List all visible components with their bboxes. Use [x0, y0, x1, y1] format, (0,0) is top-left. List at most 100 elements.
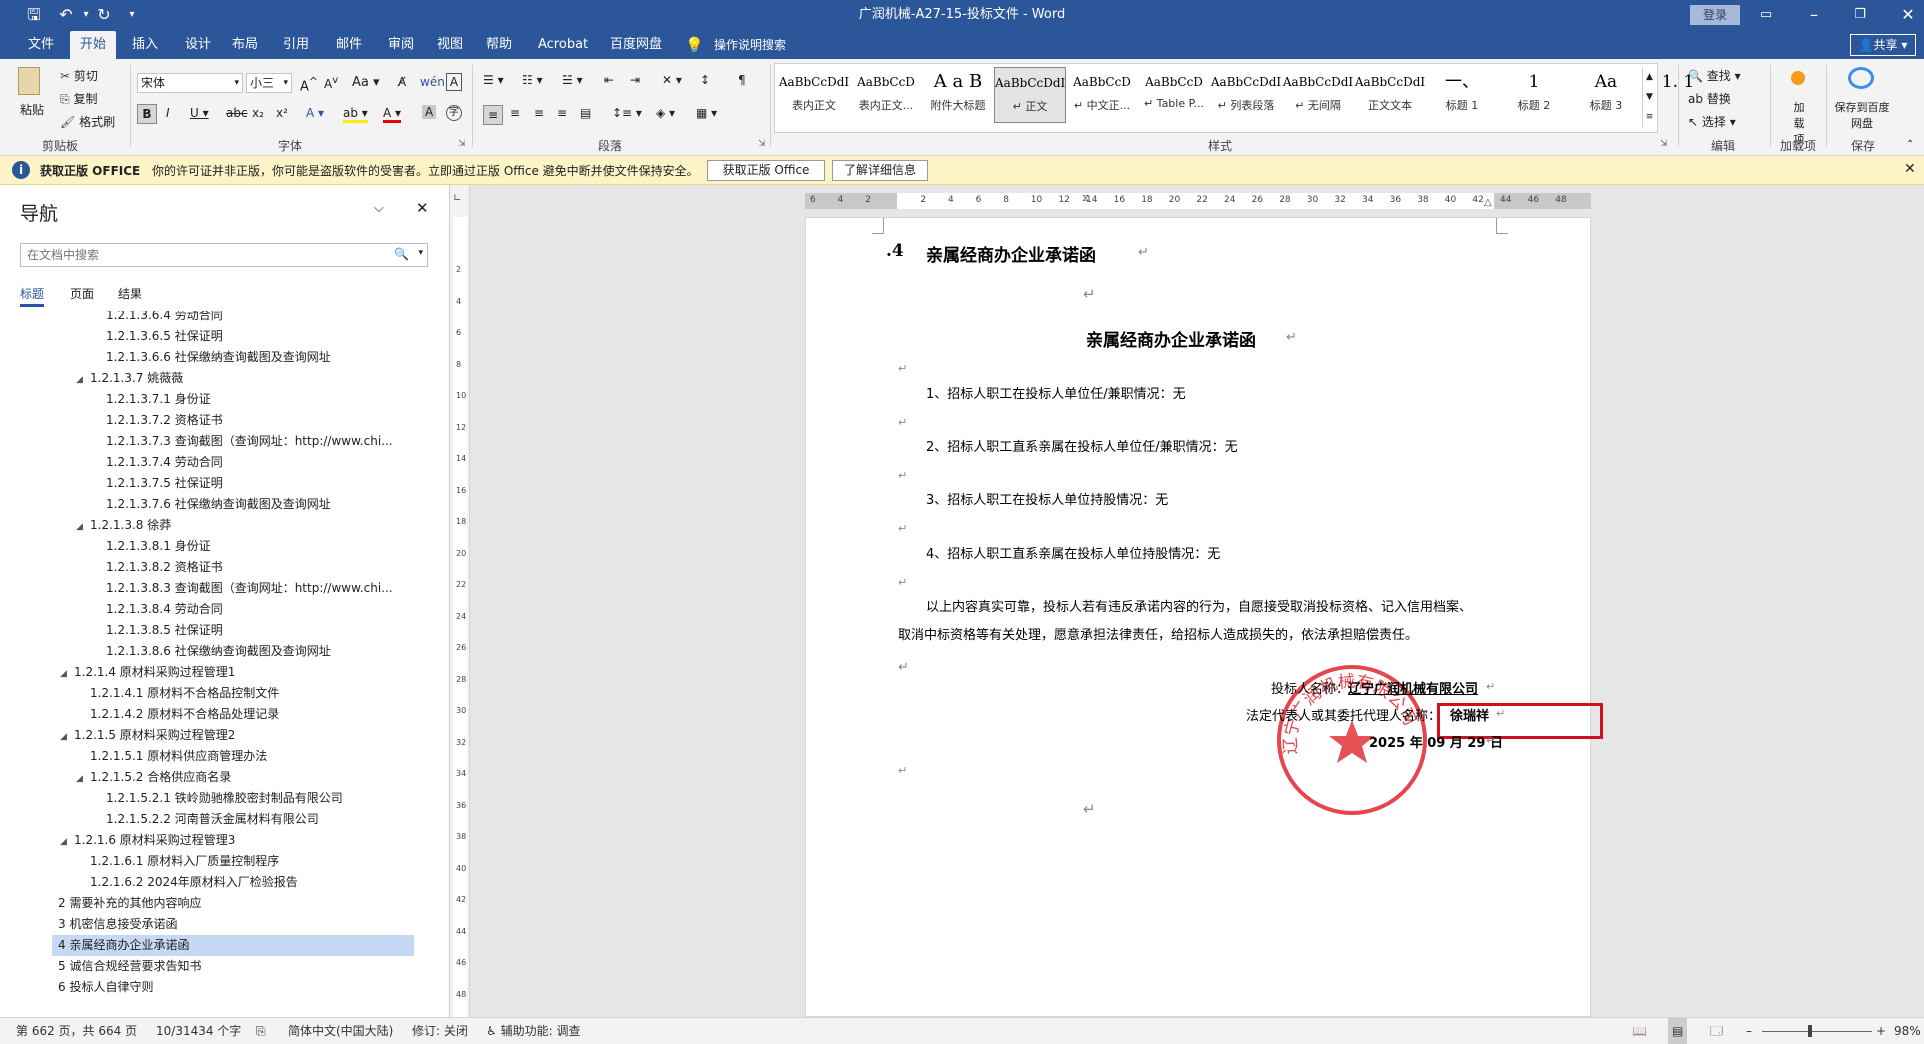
text-effects-icon[interactable]: A ▾	[306, 106, 324, 120]
collapse-triangle-icon[interactable]: ◢	[76, 517, 90, 538]
borders-icon[interactable]: ▦ ▾	[696, 106, 717, 120]
sort-icon[interactable]: ↕	[700, 73, 710, 87]
close-window-icon[interactable]: ✕	[1894, 0, 1922, 31]
decrease-indent-icon[interactable]: ⇤	[604, 73, 614, 87]
nav-heading-item[interactable]: 1.2.1.3.7.3 查询截图（查询网址：http://www.chi...	[106, 431, 393, 452]
multilevel-list-icon[interactable]: ☱ ▾	[562, 73, 583, 87]
tab-item-11[interactable]: 百度网盘	[600, 31, 672, 59]
style-item[interactable]: 1. 1	[1642, 67, 1714, 123]
style-item[interactable]: AaBbCcD ↵ 中文正...	[1066, 67, 1138, 123]
phonetic-guide-icon[interactable]: wén	[420, 75, 445, 89]
style-item[interactable]: AaBbCcD ↵ Table P...	[1138, 67, 1210, 123]
nav-heading-item[interactable]: 1.2.1.4.1 原材料不合格品控制文件	[90, 683, 279, 704]
paste-button[interactable]: 粘贴	[20, 101, 44, 118]
increase-indent-icon[interactable]: ⇥	[630, 73, 640, 87]
tab-selector[interactable]: ∟	[453, 193, 461, 204]
font-name-select[interactable]: 宋体 ▾	[137, 73, 243, 93]
nav-search-box[interactable]: 🔍 ▾	[20, 243, 428, 267]
style-item[interactable]: 一、 标题 1	[1426, 67, 1498, 123]
chinese-layout-icon[interactable]: ✕ ▾	[662, 73, 682, 87]
nav-heading-item[interactable]: ◢ 1.2.1.6 原材料采购过程管理3	[60, 830, 235, 851]
style-item[interactable]: AaBbCcDdI 表内正文	[778, 67, 850, 123]
nav-heading-item[interactable]: 1.2.1.6.1 原材料入厂质量控制程序	[90, 851, 279, 872]
enclose-character-icon[interactable]: 字	[446, 105, 462, 121]
numbering-icon[interactable]: ☷ ▾	[522, 73, 543, 87]
align-center-icon[interactable]: ≡	[510, 106, 520, 120]
style-item[interactable]: AaBbCcDdI ↵ 无间隔	[1282, 67, 1354, 123]
nav-heading-item[interactable]: 1.2.1.3.8.5 社保证明	[106, 620, 223, 641]
nav-heading-item[interactable]: 1.2.1.6.2 2024年原材料入厂检验报告	[90, 872, 298, 893]
nav-heading-item[interactable]: 1.2.1.3.7.6 社保缴纳查询截图及查询网址	[106, 494, 331, 515]
chevron-down-icon[interactable]: ⌵	[374, 201, 384, 216]
restore-icon[interactable]: ❐	[1846, 0, 1874, 31]
right-indent-icon[interactable]: △	[1484, 197, 1492, 208]
baidu-cloud-icon[interactable]	[1848, 67, 1874, 89]
nav-heading-item[interactable]: 1.2.1.3.6.5 社保证明	[106, 326, 223, 347]
font-size-select[interactable]: 小三 ▾	[246, 73, 292, 93]
learn-more-button[interactable]: 了解详细信息	[832, 160, 928, 181]
redo-icon[interactable]: ↻	[90, 0, 118, 31]
nav-heading-item[interactable]: 1.2.1.3.7.1 身份证	[106, 389, 211, 410]
superscript-icon[interactable]: x²	[276, 106, 288, 120]
tab-item-2[interactable]: 插入	[122, 31, 168, 59]
nav-heading-item[interactable]: 4 亲属经商办企业承诺函	[52, 935, 414, 956]
clear-formatting-icon[interactable]: A̸	[398, 75, 406, 89]
ribbon-display-icon[interactable]: ▭	[1752, 0, 1780, 31]
dialog-launcher-icon[interactable]: ⇲	[758, 139, 766, 149]
nav-heading-item[interactable]: 5 诚信合规经营要求告知书	[58, 956, 201, 977]
nav-heading-item[interactable]: 1.2.1.3.7.4 劳动合同	[106, 452, 223, 473]
collapse-triangle-icon[interactable]: ◢	[60, 832, 74, 853]
underline-icon[interactable]: U ▾	[190, 106, 209, 120]
collapse-triangle-icon[interactable]: ◢	[76, 769, 90, 790]
change-case-icon[interactable]: Aa ▾	[352, 75, 380, 90]
cut-button[interactable]: ✂ 剪切	[60, 67, 98, 84]
tab-item-3[interactable]: 设计	[175, 31, 221, 59]
tab-item-10[interactable]: Acrobat	[528, 31, 598, 59]
nav-tab-pages[interactable]: 页面	[70, 285, 94, 302]
tell-me-search[interactable]: 操作说明搜索	[714, 31, 786, 59]
grow-font-icon[interactable]: A^	[300, 75, 318, 94]
character-shading-icon[interactable]: A	[422, 105, 437, 119]
collapse-ribbon-icon[interactable]: ⌃	[1906, 139, 1914, 150]
dialog-launcher-icon[interactable]: ⇲	[458, 139, 466, 149]
style-item[interactable]: AaBbCcDdI ↵ 列表段落	[1210, 67, 1282, 123]
nav-heading-item[interactable]: 3 机密信息接受承诺函	[58, 914, 177, 935]
subscript-icon[interactable]: x₂	[252, 106, 264, 120]
zoom-slider[interactable]	[1762, 1031, 1872, 1032]
language-status[interactable]: 简体中文(中国大陆)	[288, 1018, 393, 1044]
nav-heading-item[interactable]: ◢ 1.2.1.5.2 合格供应商名录	[76, 767, 231, 788]
style-item[interactable]: A a B 附件大标题	[922, 67, 994, 123]
read-mode-icon[interactable]: 📖	[1632, 1018, 1647, 1044]
tab-item-8[interactable]: 视图	[427, 31, 473, 59]
strikethrough-icon[interactable]: abc	[226, 106, 248, 120]
print-layout-icon[interactable]: ▤	[1668, 1018, 1688, 1044]
nav-heading-item[interactable]: ◢ 1.2.1.4 原材料采购过程管理1	[60, 662, 235, 683]
nav-heading-item[interactable]: ◢ 1.2.1.3.8 徐莽	[76, 515, 171, 536]
paste-icon[interactable]	[18, 67, 40, 95]
tab-item-5[interactable]: 引用	[273, 31, 319, 59]
nav-heading-item[interactable]: 1.2.1.3.6.6 社保缴纳查询截图及查询网址	[106, 347, 331, 368]
get-genuine-button[interactable]: 获取正版 Office	[707, 160, 825, 181]
tab-item-4[interactable]: 布局	[222, 31, 268, 59]
nav-heading-item[interactable]: 2 需要补充的其他内容响应	[58, 893, 201, 914]
nav-heading-item[interactable]: 1.2.1.3.8.2 资格证书	[106, 557, 223, 578]
highlight-icon[interactable]: ab ▾	[343, 106, 368, 123]
close-icon[interactable]: ✕	[416, 199, 429, 217]
line-spacing-icon[interactable]: ↕≡ ▾	[612, 106, 642, 120]
nav-heading-item[interactable]: 1.2.1.3.8.4 劳动合同	[106, 599, 223, 620]
nav-heading-item[interactable]: 1.2.1.5.2.2 河南普沃金属材料有限公司	[106, 809, 319, 830]
addins-icon[interactable]	[1791, 71, 1805, 85]
share-button[interactable]: 👤共享 ▾	[1850, 34, 1916, 56]
shading-icon[interactable]: ◈ ▾	[656, 106, 675, 120]
zoom-slider-thumb[interactable]	[1808, 1025, 1812, 1037]
track-changes-status[interactable]: 修订: 关闭	[412, 1018, 468, 1044]
search-icon[interactable]: 🔍	[394, 247, 409, 261]
nav-heading-item[interactable]: 1.2.1.3.8.1 身份证	[106, 536, 211, 557]
format-painter-button[interactable]: 🖌 格式刷	[60, 113, 115, 130]
tab-file[interactable]: 文件	[18, 31, 64, 59]
align-right-icon[interactable]: ≡	[534, 106, 544, 120]
nav-heading-item[interactable]: 1.2.1.3.8.6 社保缴纳查询截图及查询网址	[106, 641, 331, 662]
chevron-down-icon[interactable]: ▾	[418, 248, 423, 258]
nav-heading-item[interactable]: 1.2.1.3.6.4 劳动合同	[106, 311, 223, 326]
web-layout-icon[interactable]: 🗔	[1710, 1018, 1723, 1044]
